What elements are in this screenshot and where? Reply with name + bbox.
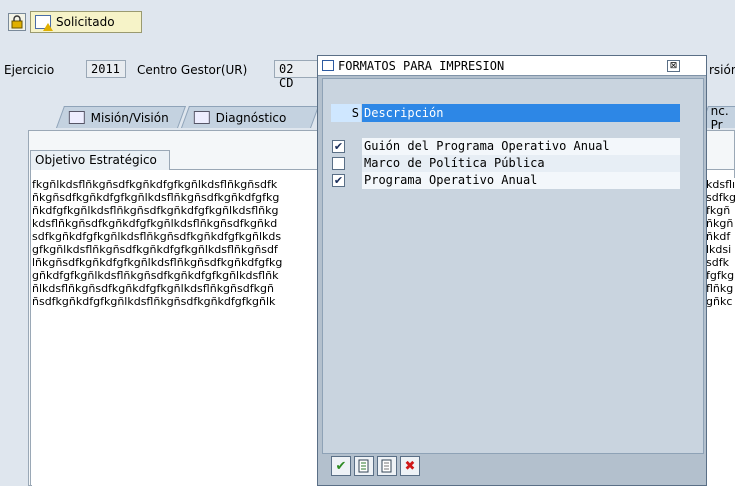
list-item[interactable]: ✔ Programa Operativo Anual xyxy=(331,172,680,189)
centro-gestor-label: Centro Gestor(UR) xyxy=(137,63,248,77)
row-label: Programa Operativo Anual xyxy=(362,172,680,189)
tab-diagnostico[interactable]: Diagnóstico xyxy=(180,106,320,128)
close-icon[interactable]: ⊠ xyxy=(667,60,680,72)
list-item[interactable]: ✔ Guión del Programa Operativo Anual xyxy=(331,138,680,155)
dialog-titlebar[interactable]: FORMATOS PARA IMPRESION xyxy=(318,56,706,76)
text-line: sdfkgñkdfgfkgñlkdsflñkgñsdfkgñkdfgfkgñlk… xyxy=(32,230,282,243)
text-line: ñkgñ xyxy=(706,217,734,230)
tab-label: Misión/Visión xyxy=(90,110,169,125)
chart-icon xyxy=(193,111,210,124)
text-line: ñkdfgfkgñlkdsflñkgñsdfkgñkdfgfkgñlkdsflñ… xyxy=(32,204,279,217)
cancel-icon[interactable]: ✖ xyxy=(400,456,420,476)
select-all-icon[interactable] xyxy=(354,456,374,476)
window-icon xyxy=(322,60,334,71)
text-line: ñlkdsflñkgñsdfkgñkdfgfkgñlkdsflñkgñsdfkg… xyxy=(32,282,274,295)
text-line: kdsflı xyxy=(706,178,735,191)
row-checkbox[interactable]: ✔ xyxy=(332,174,345,187)
version-label: rsión xyxy=(709,63,735,77)
text-line: ñkgñsdfkgñkdfgfkgñlkdsflñkgñsdfkgñkdfgfk… xyxy=(32,191,280,204)
text-line: ñkdf xyxy=(706,230,731,243)
lock-icon[interactable] xyxy=(8,13,26,31)
objective-group-label: Objetivo Estratégico xyxy=(30,150,170,170)
text-line: ñsdfkgñkdfgfkgñlkdsflñkgñsdfkgñkdfgfkgñl… xyxy=(32,295,276,308)
warning-document-icon xyxy=(35,15,53,31)
text-line: gñkdfgfkgñlkdsflñkgñsdfkgñkdfgfkgñlkdsfl… xyxy=(32,269,279,282)
text-line: fkgñlkdsflñkgñsdfkgñkdfgfkgñlkdsflñkgñsd… xyxy=(32,178,278,191)
text-line: fkgñ xyxy=(706,204,731,217)
text-line: gfkgñlkdsflñkgñsdfkgñkdfgfkgñlkdsflñkgñs… xyxy=(32,243,278,256)
ejercicio-label: Ejercicio xyxy=(4,63,55,77)
status-button-label: Solicitado xyxy=(56,15,115,29)
status-button[interactable]: Solicitado xyxy=(30,11,142,33)
tab-label: Diagnóstico xyxy=(215,110,287,125)
list-item[interactable]: Marco de Política Pública xyxy=(331,155,680,172)
centro-gestor-field[interactable]: 02 CD xyxy=(274,60,320,90)
tab-mision-vision[interactable]: Misión/Visión xyxy=(55,106,187,128)
text-line: sdfk xyxy=(706,256,729,269)
text-line: fgfkg xyxy=(706,269,735,282)
row-label: Marco de Política Pública xyxy=(362,155,680,172)
row-label: Guión del Programa Operativo Anual xyxy=(362,138,680,155)
tab-label: nc. Pr xyxy=(710,103,729,132)
dialog-buttons: ✔ ✖ xyxy=(331,456,420,478)
text-line: gñkc xyxy=(706,295,733,308)
text-line: sdfkg xyxy=(706,191,735,204)
people-icon xyxy=(68,111,85,124)
text-line: lkdsi xyxy=(706,243,732,256)
objective-text-area-right[interactable]: kdsflı sdfkg fkgñ ñkgñ ñkdf lkdsi sdfk f… xyxy=(706,178,735,486)
row-checkbox[interactable] xyxy=(332,157,345,170)
check-icon[interactable]: ✔ xyxy=(331,456,351,476)
column-header-select[interactable]: S xyxy=(331,104,361,122)
text-line: lñkgñsdfkgñkdfgfkgñlkdsflñkgñsdfkgñkdfgf… xyxy=(32,256,283,269)
row-checkbox[interactable]: ✔ xyxy=(332,140,345,153)
deselect-all-icon[interactable] xyxy=(377,456,397,476)
ejercicio-field[interactable]: 2011 xyxy=(86,60,126,78)
text-line: kdsflñkgñsdfkgñkdfgfkgñlkdsflñkgñsdfkgñk… xyxy=(32,217,278,230)
text-line: flñkg xyxy=(706,282,734,295)
column-header-description[interactable]: Descripción xyxy=(362,104,680,122)
dialog-body xyxy=(322,78,704,454)
dialog-title: FORMATOS PARA IMPRESION xyxy=(338,58,505,73)
objective-text-area[interactable]: fkgñlkdsflñkgñsdfkgñkdfgfkgñlkdsflñkgñsd… xyxy=(32,178,320,486)
